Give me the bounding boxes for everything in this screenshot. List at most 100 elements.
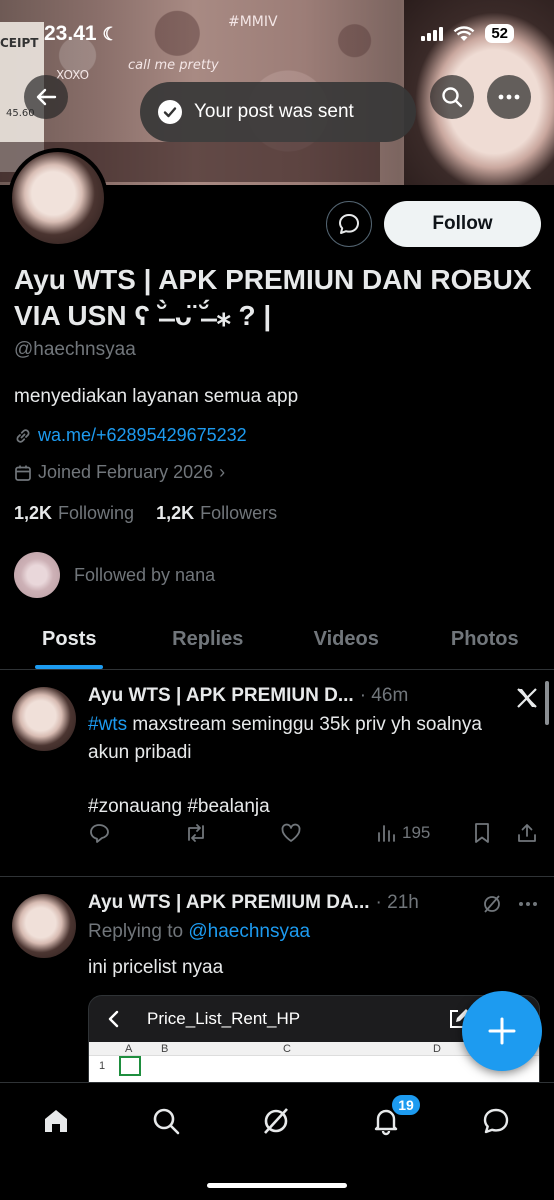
sheet-col: C: [283, 1043, 291, 1055]
bar-chart-icon: [378, 825, 395, 842]
bookmark-button[interactable]: [472, 822, 492, 844]
profile-joined-row[interactable]: Joined February 2026 ›: [14, 462, 225, 483]
tweet-header: Ayu WTS | APK PREMIUN D... · 46m: [88, 685, 408, 707]
replying-to-prefix: Replying to: [88, 921, 189, 942]
search-icon: [442, 87, 463, 108]
tweet-time: · 46m: [359, 685, 409, 706]
tweet-header: Ayu WTS | APK PREMIUM DA... · 21h: [88, 892, 419, 914]
tweet-author-name[interactable]: Ayu WTS | APK PREMIUM DA...: [88, 892, 370, 914]
sheet-selection: [119, 1056, 141, 1076]
share-icon: [518, 824, 536, 842]
follow-button[interactable]: Follow: [384, 201, 541, 247]
tweet-body: maxstream seminggu 35k priv yh soalnya a…: [88, 714, 482, 763]
profile-bio: menyediakan layanan semua app: [14, 386, 299, 407]
profile-link-row[interactable]: wa.me/+62895429675232: [14, 425, 247, 446]
views-button[interactable]: 195: [376, 823, 430, 843]
tweet[interactable]: Ayu WTS | APK PREMIUN D... · 46m #wts ma…: [0, 671, 554, 877]
reply-icon: [90, 824, 109, 843]
tab-replies[interactable]: Replies: [139, 610, 278, 669]
search-button[interactable]: [430, 75, 474, 119]
more-horizontal-icon[interactable]: [518, 901, 538, 907]
nav-grok[interactable]: [256, 1101, 296, 1141]
followers-count[interactable]: 1,2K: [156, 503, 194, 524]
more-horizontal-icon: [498, 94, 520, 100]
chevron-left-icon: [108, 1010, 119, 1028]
toast-text: Your post was sent: [194, 101, 354, 122]
sheet-title: Price_List_Rent_HP: [147, 1009, 301, 1028]
followers-label[interactable]: Followers: [200, 503, 277, 524]
grok-icon: [264, 1108, 288, 1134]
arrow-left-icon: [36, 88, 57, 106]
message-bubble-icon: [483, 1108, 509, 1134]
nav-search[interactable]: [146, 1101, 186, 1141]
tweet-avatar[interactable]: [12, 687, 76, 751]
replying-to-line: Replying to @haechnsyaa: [88, 918, 508, 946]
tab-videos[interactable]: Videos: [277, 610, 416, 669]
repost-button[interactable]: [184, 822, 208, 844]
heart-icon: [281, 823, 301, 842]
wifi-icon: [453, 25, 475, 41]
profile-handle: @haechnsyaa: [14, 339, 136, 360]
message-bubble-icon: [339, 214, 359, 234]
banner-text: #MMIV: [228, 14, 278, 30]
tweet-text: #wts maxstream seminggu 35k priv yh soal…: [88, 711, 508, 767]
more-options-button[interactable]: [487, 75, 531, 119]
back-button[interactable]: [24, 75, 68, 119]
tweet-author-name[interactable]: Ayu WTS | APK PREMIUN D...: [88, 685, 354, 707]
bookmark-icon: [475, 823, 489, 843]
follow-counts: 1,2K Following 1,2K Followers: [14, 503, 293, 524]
home-indicator: [207, 1183, 347, 1188]
reply-button[interactable]: [88, 822, 110, 844]
status-time: 23.41 ☾: [44, 22, 119, 46]
banner-text: CEIPT: [0, 36, 39, 50]
following-label[interactable]: Following: [58, 503, 134, 524]
banner-text: call me pretty: [128, 58, 219, 73]
repost-icon: [188, 824, 204, 842]
calendar-icon: [15, 465, 31, 481]
status-icons: 52: [421, 24, 514, 43]
nav-home[interactable]: [36, 1101, 76, 1141]
views-count: 195: [402, 823, 431, 842]
profile-avatar[interactable]: [8, 148, 108, 248]
sheet-col: B: [161, 1043, 169, 1055]
sheet-row-number: 1: [99, 1060, 106, 1072]
battery-indicator: 52: [485, 24, 514, 43]
link-icon: [16, 428, 30, 443]
search-icon: [153, 1108, 180, 1135]
replying-to-handle[interactable]: @haechnsyaa: [188, 921, 310, 942]
tab-posts[interactable]: Posts: [0, 610, 139, 669]
like-button[interactable]: [280, 822, 302, 844]
profile-link[interactable]: wa.me/+62895429675232: [38, 425, 247, 446]
message-button[interactable]: [326, 201, 372, 247]
follower-avatar: [14, 552, 60, 598]
plus-icon: [488, 1017, 516, 1045]
tweet-time: · 21h: [375, 892, 419, 913]
chevron-right-icon: ›: [219, 462, 226, 482]
post-sent-toast: Your post was sent: [140, 82, 416, 142]
cellular-icon: [421, 26, 444, 41]
clock: 23.41: [44, 22, 97, 45]
nav-messages[interactable]: [476, 1101, 516, 1141]
check-circle-icon: [158, 100, 182, 124]
x-logo-icon[interactable]: [516, 687, 538, 709]
home-icon: [45, 1110, 67, 1132]
hashtag-link[interactable]: #wts: [88, 714, 127, 735]
joined-text: Joined February 2026: [38, 462, 214, 482]
scrollbar[interactable]: [545, 681, 549, 725]
compose-button[interactable]: [462, 991, 542, 1071]
grok-icon[interactable]: [482, 894, 502, 914]
tweet-body: ini pricelist nyaa: [88, 957, 224, 978]
notifications-badge: 19: [390, 1093, 422, 1117]
share-button[interactable]: [516, 822, 538, 844]
followed-by-row[interactable]: Followed by nana: [14, 552, 215, 598]
profile-screen: call me pretty XOXO #MMIV CEIPT 45.60 23…: [0, 0, 554, 1200]
sheet-col: D: [433, 1043, 441, 1055]
tweet-avatar[interactable]: [12, 894, 76, 958]
following-count[interactable]: 1,2K: [14, 503, 52, 524]
profile-tabs: Posts Replies Videos Photos: [0, 610, 554, 670]
profile-name: Ayu WTS | APK PREMIUN DAN ROBUX VIA USN …: [14, 264, 532, 331]
moon-icon: ☾: [102, 24, 119, 44]
hashtag-links[interactable]: #zonauang #bealanja: [88, 793, 508, 821]
sheet-col: A: [125, 1043, 133, 1055]
tab-photos[interactable]: Photos: [416, 610, 554, 669]
